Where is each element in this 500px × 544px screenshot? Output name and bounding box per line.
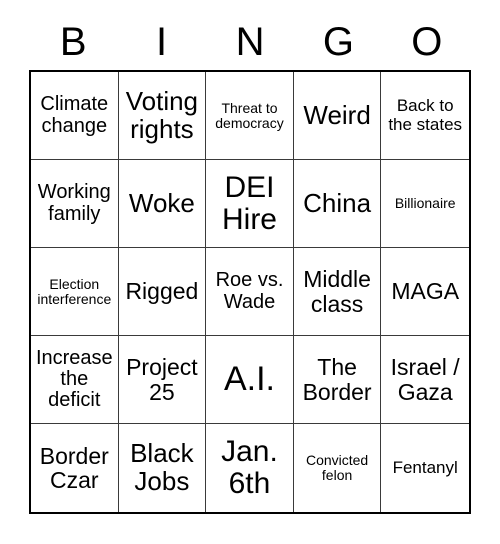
bingo-header-letter-n: N [235,20,265,64]
bingo-cell[interactable]: Election interference [31,248,119,336]
bingo-cell[interactable]: Israel / Gaza [381,336,469,424]
bingo-cell-label: Weird [303,99,371,130]
bingo-cell-label: Black Jobs [130,438,194,496]
bingo-cell[interactable]: Middle class [293,248,382,336]
bingo-cell-label: MAGA [391,278,460,305]
bingo-grid: Climate change Voting rights Threat to dem… [29,70,471,514]
bingo-cell[interactable]: Fentanyl [381,424,469,512]
bingo-cell-label: Billionaire [394,195,456,212]
bingo-cell[interactable]: China [293,160,382,248]
bingo-cell[interactable]: The Border [293,336,382,424]
bingo-cell-label: A.I. [223,360,275,399]
bingo-cell-label: Jan. 6th [221,435,278,500]
bingo-cell[interactable]: Climate change [31,72,119,160]
bingo-cell-label: Middle class [303,266,371,317]
bingo-cell[interactable]: Rigged [118,248,207,336]
bingo-cell-label: Working family [37,181,111,225]
bingo-cell[interactable]: Increase the deficit [31,336,119,424]
bingo-cell-label: Roe vs. Wade [215,269,284,313]
bingo-cell[interactable]: Jan. 6th [206,424,294,512]
bingo-cell[interactable]: Border Czar [31,424,119,512]
bingo-cell[interactable]: DEI Hire [206,160,294,248]
bingo-cell[interactable]: Black Jobs [118,424,207,512]
bingo-cell-label: DEI Hire [221,170,277,236]
bingo-cell[interactable]: A.I. [206,336,294,424]
bingo-cell-label: Back to the states [388,96,463,134]
bingo-cell-label: The Border [302,354,372,405]
bingo-header-row: B I N G O [29,14,471,70]
bingo-cell-label: Fentanyl [392,457,458,477]
bingo-cell[interactable]: Project 25 [118,336,207,424]
bingo-cell-label: Threat to democracy [215,99,284,131]
bingo-cell[interactable]: Convicted felon [293,424,382,512]
bingo-header-letter-b: B [59,20,87,64]
bingo-cell-label: Increase the deficit [35,346,113,412]
bingo-cell-label: Voting rights [125,85,199,144]
bingo-header-letter-o: O [411,20,443,64]
bingo-cell-label: Election interference [37,275,112,307]
bingo-cell[interactable]: Billionaire [381,160,469,248]
bingo-cell-label: Rigged [125,278,199,305]
bingo-card: B I N G O Climate change Voting rights Thr… [0,0,500,544]
bingo-header-letter-i: I [156,20,168,64]
bingo-cell-label: Climate change [40,93,109,137]
bingo-cell[interactable]: Voting rights [118,72,207,160]
bingo-cell-label: China [303,187,372,218]
bingo-cell[interactable]: Woke [118,160,207,248]
bingo-cell[interactable]: Back to the states [381,72,469,160]
bingo-cell[interactable]: Threat to democracy [206,72,294,160]
bingo-cell-label: Project 25 [126,354,198,405]
bingo-cell[interactable]: MAGA [381,248,469,336]
bingo-cell-label: Israel / Gaza [390,354,460,405]
bingo-header-letter-g: G [322,20,354,64]
bingo-cell-label: Convicted felon [305,452,369,483]
bingo-cell[interactable]: Roe vs. Wade [206,248,294,336]
bingo-cell-label: Border Czar [39,442,109,493]
bingo-cell[interactable]: Weird [293,72,382,160]
bingo-cell[interactable]: Working family [31,160,119,248]
bingo-cell-label: Woke [128,187,195,218]
